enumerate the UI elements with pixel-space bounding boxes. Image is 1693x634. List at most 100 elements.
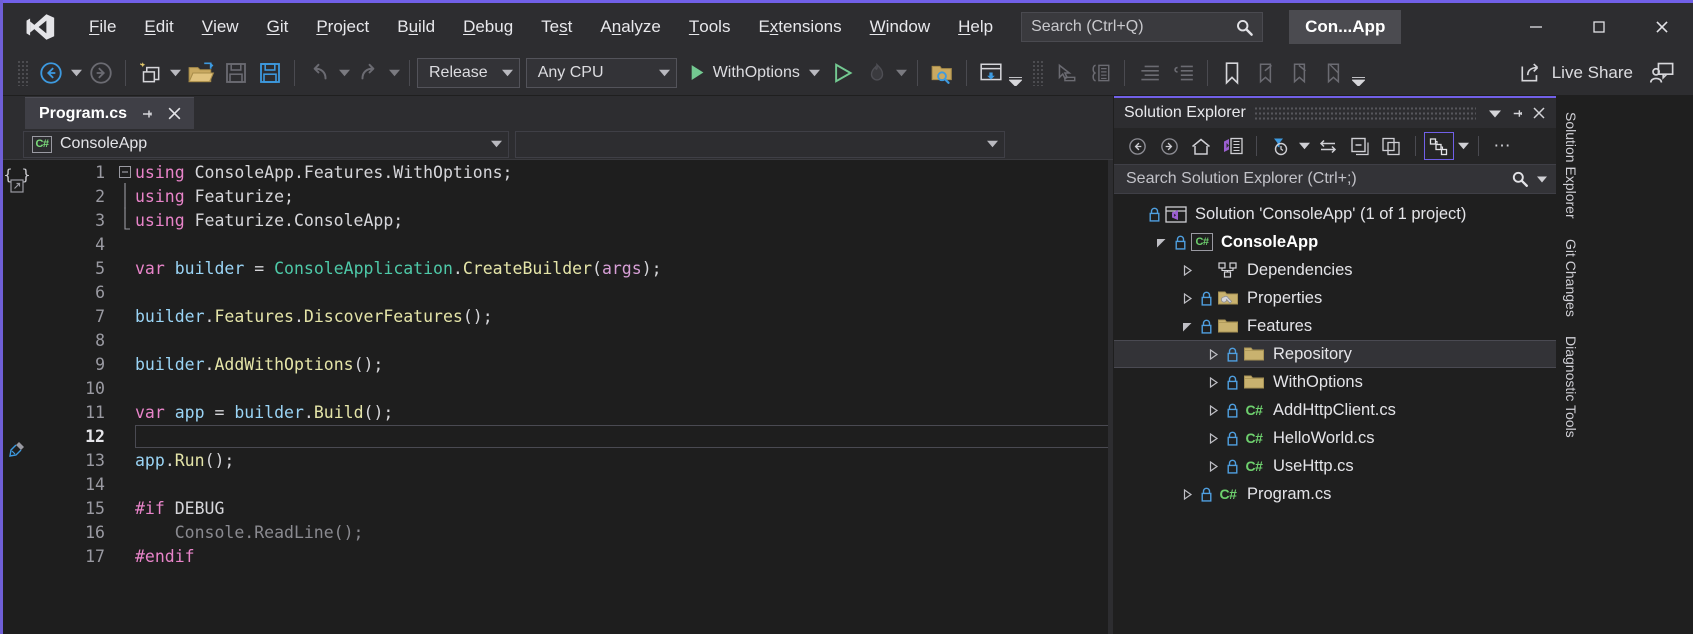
pending-changes-caret-icon[interactable] [1297, 132, 1311, 160]
platform-combo[interactable]: Any CPU [525, 57, 677, 88]
menu-file[interactable]: File [75, 3, 130, 50]
code-line[interactable]: 10 [31, 376, 1113, 400]
start-without-debugging-button[interactable] [826, 56, 860, 90]
comment-selection-button[interactable] [1132, 56, 1166, 90]
chevron-collapsed-icon[interactable] [1202, 460, 1224, 472]
expand-structure-icon[interactable] [10, 179, 24, 198]
chevron-collapsed-icon[interactable] [1202, 404, 1224, 416]
menu-test[interactable]: Te s t [527, 3, 586, 50]
solution-search-input[interactable] [1124, 169, 1508, 189]
menu-analyze[interactable]: An alyze [586, 3, 675, 50]
home-icon[interactable] [1186, 132, 1216, 160]
maximize-button[interactable] [1567, 3, 1630, 50]
quick-actions-screwdriver-icon[interactable] [8, 440, 26, 460]
code-line[interactable]: 7 builder.Features.DiscoverFeatures(); [31, 304, 1113, 328]
code-editor[interactable]: { } 1 using ConsoleApp.Features.WithOptio… [3, 160, 1113, 634]
toolbar-grip[interactable] [1031, 59, 1044, 86]
start-debugging-button[interactable]: WithOptions [683, 56, 826, 90]
code-line[interactable]: 14 [31, 472, 1113, 496]
live-share-button[interactable]: Live Share [1507, 56, 1645, 90]
menu-git[interactable]: Git [253, 3, 303, 50]
chevron-collapsed-icon[interactable] [1176, 292, 1198, 304]
configuration-combo[interactable]: Release [417, 57, 520, 88]
chevron-collapsed-icon[interactable] [1176, 488, 1198, 500]
tree-item-properties[interactable]: Properties [1114, 284, 1556, 312]
tree-item-addhttpclient-cs[interactable]: C# AddHttpClient.cs [1114, 396, 1556, 424]
menu-extensions[interactable]: Ex tensions [744, 3, 855, 50]
new-project-button[interactable] [133, 56, 167, 90]
code-line[interactable]: 1 using ConsoleApp.Features.WithOptions; [31, 160, 1113, 184]
window-layout-button[interactable] [974, 56, 1008, 90]
class-view-icon[interactable] [1424, 132, 1454, 160]
show-all-files-icon[interactable] [1377, 132, 1407, 160]
panel-drag-handle[interactable] [1253, 106, 1476, 120]
save-all-button[interactable] [253, 56, 287, 90]
document-tab-program-cs[interactable]: Program.cs [25, 97, 195, 129]
code-line[interactable]: 6 [31, 280, 1113, 304]
chevron-expanded-icon[interactable] [1150, 237, 1172, 248]
menu-debug[interactable]: Debug [449, 3, 527, 50]
save-button[interactable] [219, 56, 253, 90]
toolbar-overflow-icon[interactable] [1351, 56, 1367, 90]
vertical-tab-solution-explorer[interactable]: Solution Explorer [1557, 102, 1585, 229]
search-icon[interactable] [1508, 170, 1532, 188]
vertical-tab-git-changes[interactable]: Git Changes [1557, 229, 1585, 327]
clear-bookmarks-button[interactable] [1317, 56, 1351, 90]
back-icon[interactable] [1122, 132, 1152, 160]
find-in-files-button[interactable] [925, 56, 959, 90]
tree-item-solution-consoleapp-1-of-1-project[interactable]: Solution 'ConsoleApp' (1 of 1 project) [1114, 200, 1556, 228]
redo-caret-icon[interactable] [386, 56, 402, 90]
solution-view-icon[interactable] [1218, 132, 1248, 160]
toggle-bookmark-button[interactable] [1215, 56, 1249, 90]
tree-item-helloworld-cs[interactable]: C# HelloWorld.cs [1114, 424, 1556, 452]
redo-button[interactable] [352, 56, 386, 90]
window-layout-caret-icon[interactable] [1008, 56, 1024, 90]
code-line[interactable]: 16 Console.ReadLine(); [31, 520, 1113, 544]
menu-window[interactable]: Window [856, 3, 944, 50]
chevron-expanded-icon[interactable] [1176, 321, 1198, 332]
chevron-collapsed-icon[interactable] [1202, 432, 1224, 444]
menu-project[interactable]: Project [302, 3, 383, 50]
chevron-collapsed-icon[interactable] [1176, 264, 1198, 276]
search-options-chevron-down-icon[interactable] [1532, 176, 1552, 183]
close-icon[interactable] [167, 106, 182, 121]
minimize-button[interactable] [1504, 3, 1567, 50]
open-file-button[interactable] [183, 56, 219, 90]
navigate-forward-button[interactable] [84, 56, 118, 90]
navbar-project-combo[interactable]: C# ConsoleApp [23, 130, 509, 158]
overflow-icon[interactable]: ⋯ [1487, 132, 1517, 160]
next-bookmark-button[interactable] [1283, 56, 1317, 90]
code-line[interactable]: 15 #if DEBUG [31, 496, 1113, 520]
previous-bookmark-button[interactable] [1249, 56, 1283, 90]
navigate-back-caret-icon[interactable] [68, 56, 84, 90]
panel-pin-icon[interactable] [1506, 101, 1528, 125]
tree-item-dependencies[interactable]: Dependencies [1114, 256, 1556, 284]
close-button[interactable] [1630, 3, 1693, 50]
select-element-button[interactable] [1049, 56, 1083, 90]
panel-close-icon[interactable] [1528, 101, 1550, 125]
navbar-member-combo[interactable] [515, 130, 1005, 158]
code-line[interactable]: 9 builder.AddWithOptions(); [31, 352, 1113, 376]
code-line[interactable]: 13 app.Run(); [31, 448, 1113, 472]
vertical-scrollbar[interactable] [1108, 160, 1113, 634]
account-manager-button[interactable] [1645, 56, 1679, 90]
solution-explorer-search[interactable] [1114, 164, 1556, 194]
code-line[interactable]: 12 [31, 424, 1113, 448]
vertical-tab-diagnostic-tools[interactable]: Diagnostic Tools [1557, 326, 1585, 448]
global-search[interactable] [1021, 11, 1264, 42]
code-line[interactable]: 11 var app = builder.Build(); [31, 400, 1113, 424]
tree-item-consoleapp[interactable]: C# ConsoleApp [1114, 228, 1556, 256]
code-line[interactable]: 2 using Featurize; [31, 183, 1113, 209]
sync-with-active-document-icon[interactable] [1313, 132, 1343, 160]
toolbar-grip[interactable] [17, 59, 29, 86]
code-line[interactable]: 4 [31, 232, 1113, 256]
pending-changes-filter-icon[interactable] [1265, 132, 1295, 160]
pin-icon[interactable] [139, 106, 155, 122]
tree-item-features[interactable]: Features [1114, 312, 1556, 340]
code-line[interactable]: 17 #endif [31, 544, 1113, 568]
new-project-caret-icon[interactable] [167, 56, 183, 90]
tree-item-usehttp-cs[interactable]: C# UseHttp.cs [1114, 452, 1556, 480]
uncomment-selection-button[interactable] [1166, 56, 1200, 90]
chevron-collapsed-icon[interactable] [1202, 376, 1224, 388]
undo-caret-icon[interactable] [336, 56, 352, 90]
